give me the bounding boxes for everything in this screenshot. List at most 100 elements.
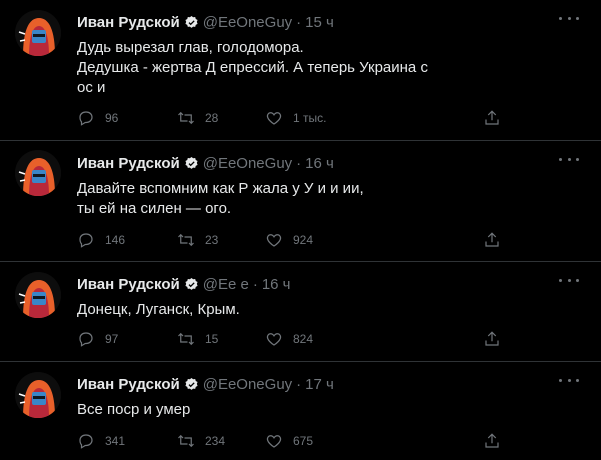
reply-icon bbox=[79, 332, 93, 347]
retweet-count: 234 bbox=[205, 434, 226, 448]
tweet[interactable]: Иван Рудской @EeOneGuy · 17 ч Все поср и… bbox=[0, 362, 601, 460]
tweet-actions: 341 234 675 bbox=[77, 431, 507, 451]
separator-dot: · bbox=[296, 154, 302, 172]
separator-dot: · bbox=[296, 375, 302, 393]
verified-badge-icon bbox=[185, 277, 198, 290]
like-icon bbox=[266, 333, 282, 346]
tweet-header: Иван Рудской @Ee e · 16 ч bbox=[77, 274, 290, 294]
like-button[interactable]: 824 bbox=[265, 329, 313, 349]
more-icon[interactable] bbox=[559, 372, 579, 388]
share-icon bbox=[485, 232, 499, 247]
author-handle[interactable]: @EeOneGuy bbox=[203, 14, 292, 31]
reply-button[interactable]: 96 bbox=[77, 108, 118, 128]
tweet-text: Донецк, Луганск, Крым. bbox=[77, 300, 577, 320]
reply-count: 96 bbox=[105, 111, 119, 125]
tweet-time[interactable]: 16 ч bbox=[305, 155, 334, 172]
verified-badge-icon bbox=[185, 156, 198, 169]
like-icon bbox=[266, 234, 282, 247]
author-name[interactable]: Иван Рудской bbox=[77, 276, 180, 293]
retweet-count: 28 bbox=[205, 111, 219, 125]
author-handle[interactable]: @EeOneGuy bbox=[203, 376, 292, 393]
avatar-hooded-figure-icon bbox=[15, 372, 61, 418]
retweet-count: 15 bbox=[205, 332, 219, 346]
tweet-text-line: Давайте вспомним как Р жала у У и и ии, bbox=[77, 180, 364, 197]
share-button[interactable] bbox=[483, 431, 501, 451]
like-count: 924 bbox=[293, 233, 314, 247]
separator-dot: · bbox=[252, 275, 258, 293]
reply-button[interactable]: 341 bbox=[77, 431, 125, 451]
like-icon bbox=[266, 112, 282, 125]
like-count: 1 тыс. bbox=[293, 111, 327, 125]
author-name[interactable]: Иван Рудской bbox=[77, 14, 180, 31]
tweet-text: Все поср и умер bbox=[77, 400, 577, 420]
share-button[interactable] bbox=[483, 230, 501, 250]
retweet-icon bbox=[178, 111, 194, 125]
reply-count: 146 bbox=[105, 233, 126, 247]
retweet-icon bbox=[178, 332, 194, 346]
tweet[interactable]: Иван Рудской @EeOneGuy · 16 ч Давайте вс… bbox=[0, 141, 601, 262]
tweet[interactable]: Иван Рудской @Ee e · 16 ч Донецк, Луганс… bbox=[0, 262, 601, 362]
tweet-time[interactable]: 17 ч bbox=[305, 376, 334, 393]
retweet-button[interactable]: 234 bbox=[177, 431, 225, 451]
like-count: 675 bbox=[293, 434, 314, 448]
reply-icon bbox=[79, 111, 93, 126]
verified-badge-icon bbox=[185, 15, 198, 28]
tweet-header: Иван Рудской @EeOneGuy · 17 ч bbox=[77, 374, 334, 394]
more-icon[interactable] bbox=[559, 272, 579, 288]
timeline-feed: Иван Рудской @EeOneGuy · 15 ч Дудь вырез… bbox=[0, 0, 601, 460]
tweet-text-line: Дедушка - жертва Д епрессий. А теперь Ук… bbox=[77, 59, 428, 76]
avatar-hooded-figure-icon bbox=[15, 272, 61, 318]
reply-button[interactable]: 146 bbox=[77, 230, 125, 250]
share-button[interactable] bbox=[483, 108, 501, 128]
tweet-text: Дудь вырезал глав, голодомора. Дедушка -… bbox=[77, 38, 577, 98]
tweet[interactable]: Иван Рудской @EeOneGuy · 15 ч Дудь вырез… bbox=[0, 0, 601, 141]
reply-icon bbox=[79, 233, 93, 248]
reply-icon bbox=[79, 434, 93, 449]
verified-badge-icon bbox=[185, 377, 198, 390]
tweet-text-line: Донецк, Луганск, Крым. bbox=[77, 301, 240, 318]
author-name[interactable]: Иван Рудской bbox=[77, 376, 180, 393]
tweet-actions: 146 23 924 bbox=[77, 230, 507, 250]
share-icon bbox=[485, 433, 499, 448]
retweet-button[interactable]: 28 bbox=[177, 108, 218, 128]
avatar[interactable] bbox=[15, 10, 61, 56]
retweet-count: 23 bbox=[205, 233, 219, 247]
retweet-button[interactable]: 15 bbox=[177, 329, 218, 349]
share-icon bbox=[485, 331, 499, 346]
tweet-text-line: Дудь вырезал глав, голодомора. bbox=[77, 39, 304, 56]
reply-button[interactable]: 97 bbox=[77, 329, 118, 349]
reply-count: 341 bbox=[105, 434, 126, 448]
reply-count: 97 bbox=[105, 332, 119, 346]
more-icon[interactable] bbox=[559, 151, 579, 167]
avatar-hooded-figure-icon bbox=[15, 10, 61, 56]
tweet-text-line: Все поср и умер bbox=[77, 401, 191, 418]
like-button[interactable]: 924 bbox=[265, 230, 313, 250]
avatar[interactable] bbox=[15, 372, 61, 418]
tweet-actions: 97 15 824 bbox=[77, 329, 507, 349]
share-button[interactable] bbox=[483, 329, 501, 349]
like-button[interactable]: 1 тыс. bbox=[265, 108, 326, 128]
tweet-header: Иван Рудской @EeOneGuy · 16 ч bbox=[77, 153, 334, 173]
author-handle[interactable]: @EeOneGuy bbox=[203, 155, 292, 172]
share-icon bbox=[485, 110, 499, 125]
like-button[interactable]: 675 bbox=[265, 431, 313, 451]
tweet-header: Иван Рудской @EeOneGuy · 15 ч bbox=[77, 12, 334, 32]
tweet-time[interactable]: 16 ч bbox=[262, 276, 291, 293]
like-icon bbox=[266, 435, 282, 448]
tweet-text-line: ос и bbox=[77, 79, 106, 96]
separator-dot: · bbox=[296, 13, 302, 31]
tweet-time[interactable]: 15 ч bbox=[305, 14, 334, 31]
avatar[interactable] bbox=[15, 150, 61, 196]
author-handle[interactable]: @Ee e bbox=[203, 276, 249, 293]
like-count: 824 bbox=[293, 332, 314, 346]
tweet-text: Давайте вспомним как Р жала у У и и ии, … bbox=[77, 179, 577, 219]
more-icon[interactable] bbox=[559, 10, 579, 26]
author-name[interactable]: Иван Рудской bbox=[77, 155, 180, 172]
retweet-button[interactable]: 23 bbox=[177, 230, 218, 250]
retweet-icon bbox=[178, 233, 194, 247]
avatar-hooded-figure-icon bbox=[15, 150, 61, 196]
tweet-actions: 96 28 1 тыс. bbox=[77, 108, 507, 128]
avatar[interactable] bbox=[15, 272, 61, 318]
retweet-icon bbox=[178, 434, 194, 448]
tweet-text-line: ты ей на силен — ого. bbox=[77, 200, 232, 217]
